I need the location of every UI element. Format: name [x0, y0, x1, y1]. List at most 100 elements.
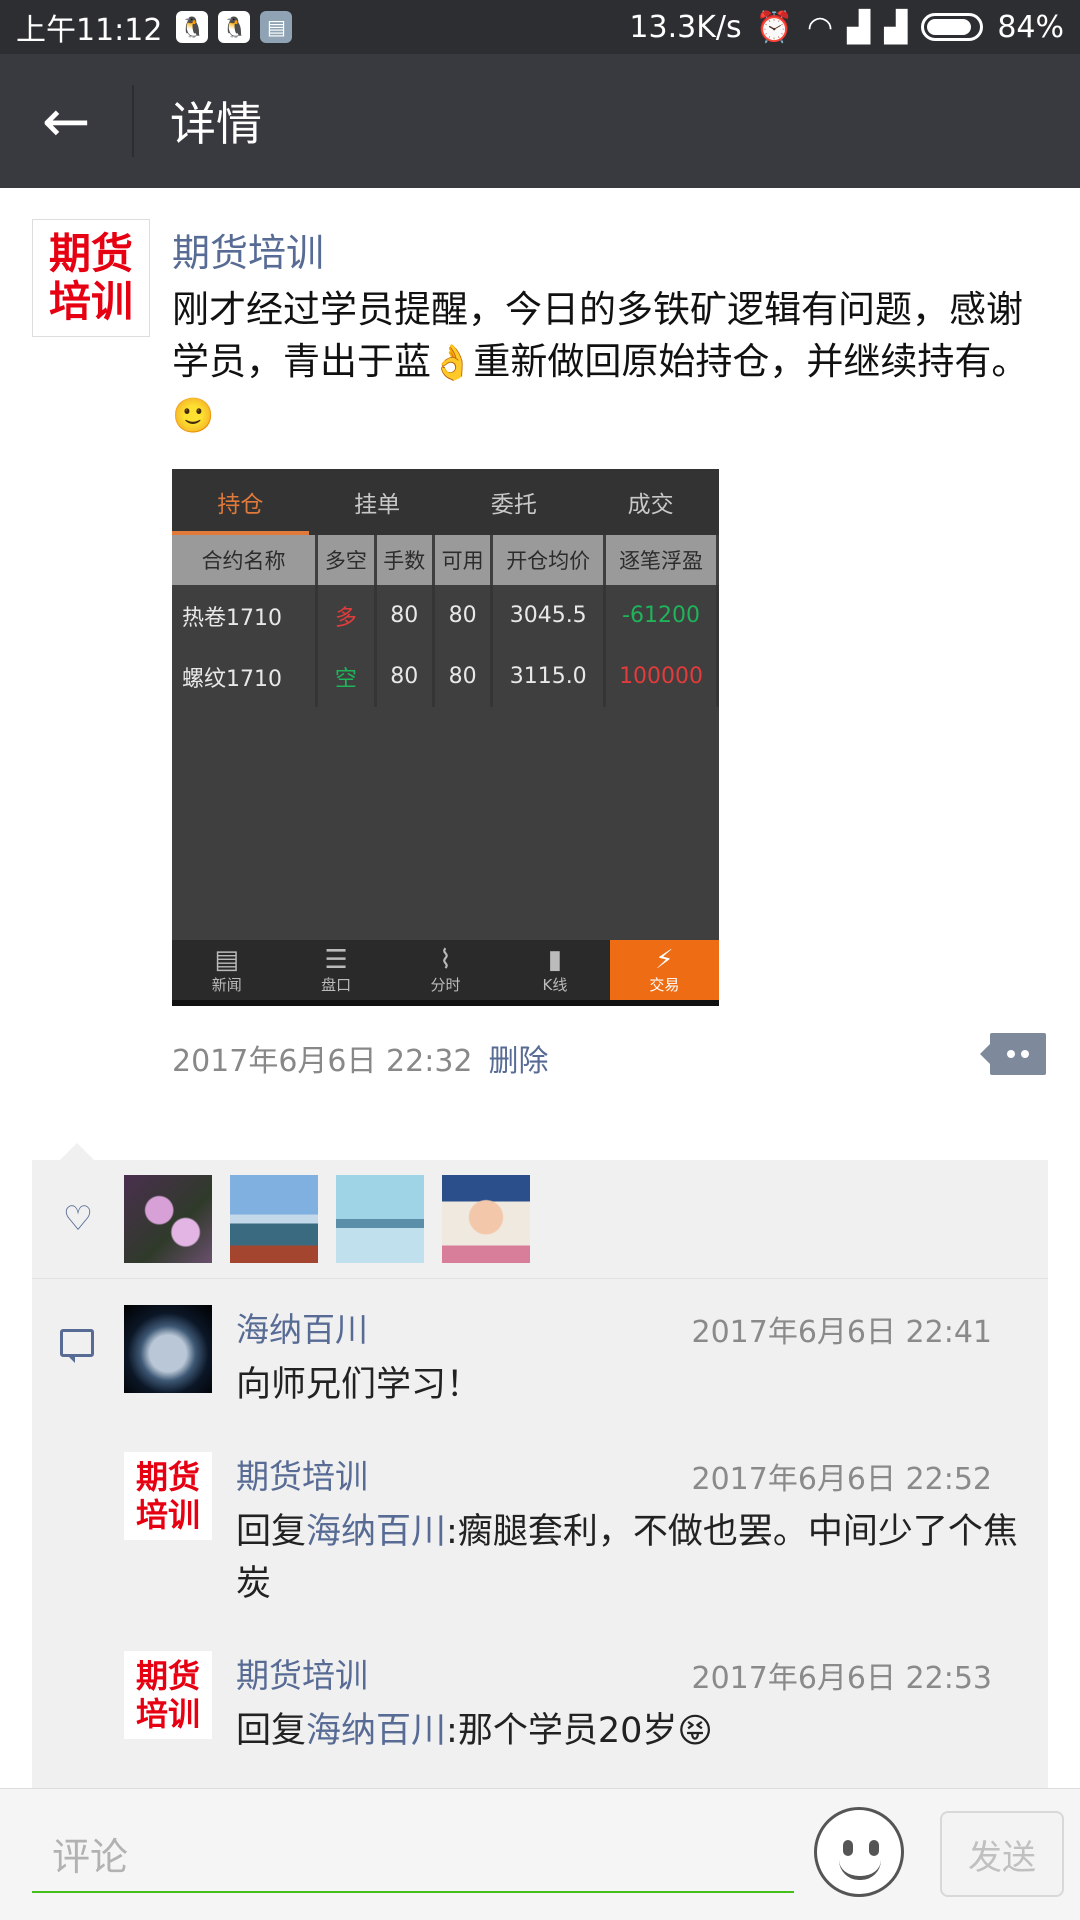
reply-target[interactable]: 海纳百川 [306, 1512, 446, 1552]
table-cell: 80 [433, 646, 494, 707]
line-chart-icon: ⌇ [439, 944, 452, 975]
delete-link[interactable]: 删除 [489, 1036, 549, 1080]
post-author-name[interactable]: 期货培训 [172, 222, 324, 277]
table-cell: -61200 [604, 585, 719, 646]
post-meta: 2017年6月6日 22:32 删除 [172, 1036, 549, 1080]
image-tab: 持仓 [172, 469, 309, 535]
wifi-icon: ◠ [806, 9, 834, 45]
comment-time: 2017年6月6日 22:52 [691, 1462, 992, 1497]
table-cell: 空 [316, 646, 377, 707]
send-button[interactable]: 发送 [940, 1811, 1064, 1897]
like-avatar[interactable] [230, 1175, 318, 1263]
table-cell: 3115.0 [491, 646, 607, 707]
ok-hand-emoji-icon: 👌 [431, 343, 474, 383]
comment-input[interactable] [32, 1823, 794, 1893]
image-tabs: 持仓 挂单 委托 成交 [172, 469, 719, 535]
status-time: 上午11:12 [16, 13, 163, 48]
like-avatar[interactable] [336, 1175, 424, 1263]
comment-text: 向师兄们学习！ [236, 1365, 482, 1405]
back-arrow-icon[interactable]: ← [0, 54, 132, 188]
table-header: 多空 [316, 535, 377, 585]
comment-icon [60, 1329, 94, 1363]
like-avatar[interactable] [124, 1175, 212, 1263]
list-icon: ☰ [324, 944, 348, 975]
commenter-avatar[interactable]: 期货 培训 [124, 1452, 212, 1540]
document-icon: ▤ [260, 11, 293, 43]
table-cell: 3045.5 [491, 585, 607, 646]
avatar-text-line: 培训 [48, 277, 133, 326]
panel-arrow [60, 1143, 94, 1160]
smile-emoji-icon: 🙂 [172, 396, 215, 436]
table-cell: 100000 [604, 646, 719, 707]
nav-label: K线 [542, 975, 568, 994]
kline-nav-item: ▮ K线 [500, 940, 609, 1000]
nav-label: 交易 [649, 975, 680, 994]
table-header: 手数 [375, 535, 435, 585]
table-cell: 多 [316, 585, 377, 646]
reply-prefix: 回复 [236, 1711, 307, 1751]
table-cell: 80 [375, 646, 435, 707]
dot-icon [1007, 1050, 1015, 1058]
avatar-text-line: 期货 [135, 1657, 200, 1695]
dot-icon [1021, 1050, 1029, 1058]
post-text-part: 重新做回原始持仓，并继续持有。 [473, 340, 1029, 383]
timeshare-nav-item: ⌇ 分时 [391, 940, 500, 1000]
nav-label: 新闻 [211, 975, 242, 994]
commenter-avatar[interactable]: 期货 培训 [124, 1651, 212, 1739]
lightning-icon: ⚡ [655, 944, 674, 975]
table-header: 开仓均价 [491, 535, 607, 585]
more-actions-button[interactable] [980, 1033, 1046, 1075]
signal-icon: ▟ [847, 9, 871, 45]
post-text: 刚才经过学员提醒，今日的多铁矿逻辑有问题，感谢学员，青出于蓝👌重新做回原始持仓，… [172, 284, 1032, 442]
commenter-name[interactable]: 海纳百川 [236, 1303, 368, 1351]
post-timestamp: 2017年6月6日 22:32 [172, 1044, 473, 1079]
post-image[interactable]: 持仓 挂单 委托 成交 合约名称 多空 手数 可用 开仓均价 逐笔浮盈 热卷17… [172, 469, 719, 1006]
comment-text: 回复海纳百川:瘸腿套利，不做也罢。中间少了个焦炭 [236, 1506, 1036, 1610]
trade-nav-item: ⚡ 交易 [609, 940, 719, 1000]
signal-icon: ▟ [884, 9, 908, 45]
table-row: 热卷1710 多 80 80 3045.5 -61200 [172, 585, 719, 646]
status-right: 13.3K/s ⏰ ◠ ▟ ▟ 84% [629, 10, 1064, 45]
commenter-name[interactable]: 期货培训 [236, 1450, 368, 1498]
likes-comments-panel: ♡ 海纳百川 2017年6月6日 22:41 向师兄们学习！ 期货 培训 期货培… [32, 1160, 1048, 1788]
table-header: 逐笔浮盈 [604, 535, 719, 585]
net-speed: 13.3K/s [629, 9, 742, 45]
alarm-icon: ⏰ [755, 9, 793, 45]
qq-icon: 🐧 [218, 11, 251, 43]
avatar-text-line: 培训 [135, 1695, 200, 1733]
like-avatar[interactable] [442, 1175, 530, 1263]
qq-icon: 🐧 [176, 11, 209, 43]
page-title: 详情 [170, 97, 262, 151]
comment-time: 2017年6月6日 22:53 [691, 1661, 992, 1696]
commenter-name[interactable]: 期货培训 [236, 1649, 368, 1697]
comment-time: 2017年6月6日 22:41 [691, 1315, 992, 1350]
orderbook-nav-item: ☰ 盘口 [281, 940, 390, 1000]
avatar-text-line: 期货 [48, 229, 133, 278]
title-divider [132, 85, 134, 157]
author-avatar[interactable]: 期货 培训 [32, 219, 150, 337]
nav-label: 盘口 [321, 975, 352, 994]
table-cell: 80 [433, 585, 494, 646]
table-header: 可用 [433, 535, 494, 585]
moments-detail-screen: 上午11:12 🐧 🐧 ▤ 13.3K/s ⏰ ◠ ▟ ▟ 84% ← 详情 期… [0, 0, 1080, 1920]
emoji-eye [869, 1840, 879, 1856]
comment-text: 回复海纳百川:那个学员20岁😝 [236, 1705, 1036, 1757]
positions-table: 合约名称 多空 手数 可用 开仓均价 逐笔浮盈 热卷1710 多 80 80 3… [172, 535, 719, 707]
image-tab: 成交 [627, 492, 674, 518]
reply-target[interactable]: 海纳百川 [306, 1711, 446, 1751]
battery-level: 84% [997, 9, 1064, 45]
commenter-avatar[interactable] [124, 1305, 212, 1393]
status-bar: 上午11:12 🐧 🐧 ▤ 13.3K/s ⏰ ◠ ▟ ▟ 84% [0, 0, 1080, 54]
table-header-row: 合约名称 多空 手数 可用 开仓均价 逐笔浮盈 [172, 535, 719, 585]
table-cell: 80 [375, 585, 435, 646]
comment-input-bar: 发送 [0, 1788, 1080, 1920]
battery-icon [921, 13, 984, 41]
image-tab: 委托 [490, 492, 537, 518]
emoji-picker-icon[interactable] [814, 1807, 904, 1897]
avatar-text-line: 期货 [135, 1458, 200, 1496]
avatar-text-line: 培训 [135, 1496, 200, 1534]
news-icon: ▤ [214, 944, 239, 975]
table-header: 合约名称 [172, 535, 319, 585]
tongue-emoji-icon: 😝 [677, 1711, 713, 1751]
heart-icon: ♡ [62, 1199, 94, 1239]
